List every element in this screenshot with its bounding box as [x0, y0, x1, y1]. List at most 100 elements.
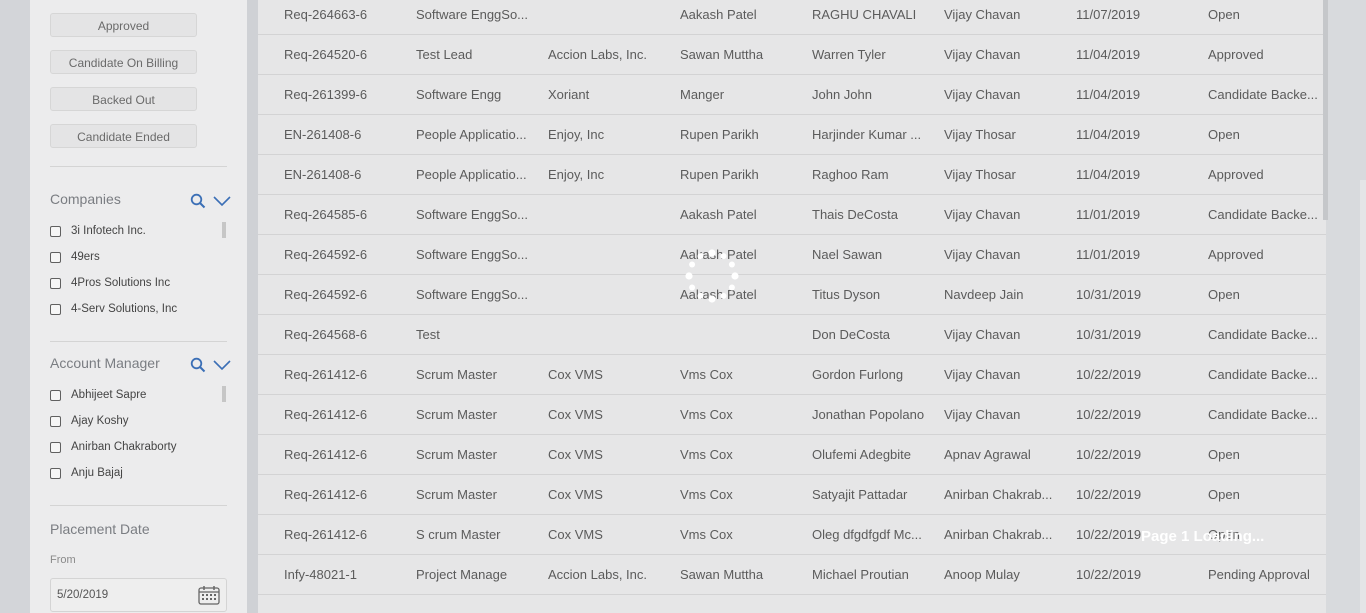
candidate-cell: Oleg dfgdfgdf Mc... [812, 527, 922, 542]
from-date-value: 5/20/2019 [57, 589, 109, 601]
recruiter-cell: Anirban Chakrab... [944, 487, 1053, 502]
recruiter-cell: Vijay Thosar [944, 167, 1016, 182]
company-option-label: 3i Infotech Inc. [71, 225, 146, 237]
table-scrollbar-thumb[interactable] [1323, 0, 1328, 220]
calendar-icon[interactable] [198, 585, 220, 605]
recruiter-cell: Vijay Chavan [944, 47, 1021, 62]
table-row[interactable]: Req-261412-6 Scrum Master Cox VMS Vms Cox Go… [258, 355, 1326, 395]
table-row[interactable] [258, 595, 1326, 613]
candidate-cell: Don DeCosta [812, 327, 891, 342]
sidebar-divider [50, 505, 227, 506]
table-row[interactable]: Req-261412-6 Scrum Master Cox VMS Vms Cox Sa… [258, 475, 1326, 515]
account-manager-cell: Rupen Parikh [680, 127, 759, 142]
recruiter-cell: Vijay Chavan [944, 327, 1021, 342]
checkbox[interactable] [50, 303, 61, 315]
recruiter-cell: Vijay Chavan [944, 7, 1021, 22]
candidate-cell: Thais DeCosta [812, 207, 898, 222]
checkbox[interactable] [50, 467, 61, 479]
candidate-cell: Harjinder Kumar ... [812, 127, 922, 142]
recruiter-cell: Apnav Agrawal [944, 447, 1031, 462]
candidate-cell: Michael Proutian [812, 567, 909, 582]
date-cell: 11/04/2019 [1076, 47, 1141, 62]
date-cell: 11/01/2019 [1076, 207, 1141, 222]
candidate-cell: Warren Tyler [812, 47, 886, 62]
status-filter-candidate-on-billing-button[interactable]: Candidate On Billing [50, 50, 197, 74]
account-manager-option[interactable]: Anirban Chakraborty [50, 437, 176, 457]
candidate-cell: Nael Sawan [812, 247, 883, 262]
spinner-dot [708, 249, 716, 257]
checkbox[interactable] [50, 415, 61, 427]
status-filter-candidate-ended-button[interactable]: Candidate Ended [50, 124, 197, 148]
checkbox[interactable] [50, 389, 61, 401]
chevron-down-icon[interactable] [213, 193, 231, 209]
account-manager-cell: Aakash Patel [680, 207, 757, 222]
chevron-down-icon[interactable] [213, 357, 231, 373]
table-row[interactable]: Req-261412-6 Scrum Master Cox VMS Vms Cox Ol… [258, 435, 1326, 475]
search-icon[interactable] [190, 357, 206, 373]
req-id-cell: Req-261412-6 [284, 447, 368, 462]
account-manager-option[interactable]: Ajay Koshy [50, 411, 129, 431]
table-row[interactable]: Req-261412-6 Scrum Master Cox VMS Vms Cox Jo… [258, 395, 1326, 435]
table-row[interactable]: Req-261399-6 Software Engg Xoriant Manger Jo… [258, 75, 1326, 115]
table-row[interactable]: Req-264663-6 Software EnggSo... Aakash Pat… [258, 0, 1326, 35]
account-manager-cell: Vms Cox [680, 487, 733, 502]
account-manager-cell: Vms Cox [680, 447, 733, 462]
status-cell: Open [1208, 447, 1240, 462]
status-cell: Open [1208, 287, 1240, 302]
table-row[interactable]: Infy-48021-1 Project Manage Accion Labs, I… [258, 555, 1326, 595]
status-filter-backed-out-button[interactable]: Backed Out [50, 87, 197, 111]
spinner-dot [689, 261, 696, 268]
job-title-cell: Software EnggSo... [416, 247, 529, 262]
companies-scrollbar[interactable] [222, 222, 226, 238]
company-cell: Enjoy, Inc [548, 127, 605, 142]
account-manager-option[interactable]: Anju Bajaj [50, 463, 123, 483]
req-id-cell: Req-261412-6 [284, 487, 368, 502]
spinner-dot [697, 253, 704, 260]
company-option[interactable]: 4-Serv Solutions, Inc [50, 299, 177, 319]
company-option[interactable]: 49ers [50, 247, 100, 267]
job-title-cell: Software EnggSo... [416, 287, 529, 302]
status-cell: Candidate Backe... [1208, 407, 1318, 422]
account-manager-cell: Vms Cox [680, 527, 733, 542]
company-option-label: 4Pros Solutions Inc [71, 277, 171, 289]
company-option[interactable]: 3i Infotech Inc. [50, 221, 146, 241]
req-id-cell: Req-261412-6 [284, 367, 368, 382]
recruiter-cell: Navdeep Jain [944, 287, 1024, 302]
company-cell: Accion Labs, Inc. [548, 47, 647, 62]
table-row[interactable]: Req-264592-6 Software EnggSo... Aakash Pat… [258, 275, 1326, 315]
company-cell: Xoriant [548, 87, 590, 102]
table-row[interactable]: Req-264520-6 Test Lead Accion Labs, Inc. Sa… [258, 35, 1326, 75]
req-id-cell: Req-261412-6 [284, 407, 368, 422]
checkbox[interactable] [50, 441, 61, 453]
recruiter-cell: Vijay Chavan [944, 207, 1021, 222]
status-cell: Candidate Backe... [1208, 327, 1318, 342]
checkbox[interactable] [50, 277, 61, 289]
account-manager-option-label: Anirban Chakraborty [71, 441, 177, 453]
table-row[interactable]: Req-264585-6 Software EnggSo... Aakash Pat… [258, 195, 1326, 235]
table-row[interactable]: EN-261408-6 People Applicatio... Enjoy, In… [258, 115, 1326, 155]
account-manager-option-label: Anju Bajaj [71, 467, 123, 479]
account-manager-scrollbar[interactable] [222, 386, 226, 402]
date-cell: 10/22/2019 [1076, 567, 1142, 582]
status-cell: Approved [1208, 47, 1264, 62]
req-id-cell: Req-261399-6 [284, 87, 368, 102]
search-icon[interactable] [190, 193, 206, 209]
status-filter-approved-button[interactable]: Approved [50, 13, 197, 37]
date-cell: 10/31/2019 [1076, 287, 1142, 302]
account-manager-option-label: Abhijeet Sapre [71, 389, 147, 401]
table-row[interactable]: Req-264592-6 Software EnggSo... Aakash Pat… [258, 235, 1326, 275]
spinner-dot [708, 295, 716, 303]
spinner-dot [720, 253, 727, 260]
account-manager-option[interactable]: Abhijeet Sapre [50, 385, 146, 405]
sidebar-divider [50, 166, 227, 167]
checkbox[interactable] [50, 251, 61, 263]
from-date-input[interactable]: 5/20/2019 [50, 578, 227, 612]
req-id-cell: Req-264592-6 [284, 287, 368, 302]
spinner-dot [720, 292, 727, 299]
status-cell: Candidate Backe... [1208, 87, 1318, 102]
table-row[interactable]: Req-264568-6 Test Don DeCosta Vijay Chavan 1… [258, 315, 1326, 355]
table-row[interactable]: EN-261408-6 People Applicatio... Enjoy, In… [258, 155, 1326, 195]
company-option[interactable]: 4Pros Solutions Inc [50, 273, 170, 293]
candidate-cell: RAGHU CHAVALI [812, 7, 917, 22]
checkbox[interactable] [50, 225, 61, 237]
